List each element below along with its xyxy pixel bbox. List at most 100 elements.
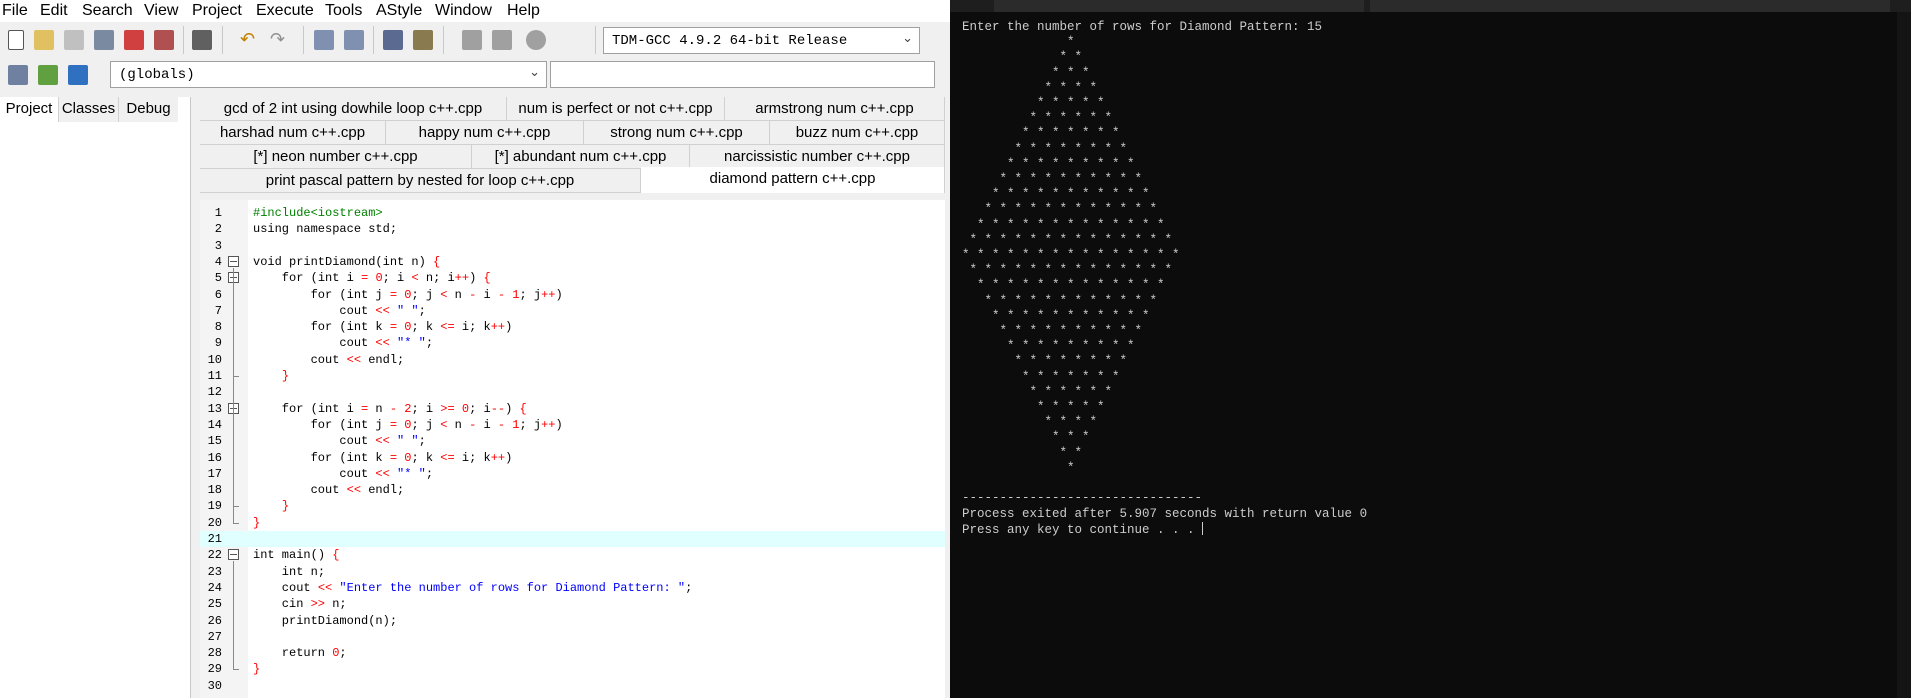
code-text: cout << "* "; [253,466,434,481]
line-number: 3 [214,238,222,253]
toggle-icon[interactable] [526,30,546,50]
file-tab[interactable]: buzz num c++.cpp [770,121,945,145]
diamond-output: * * * * * * * * * * * * * * * * * * * * … [962,35,1180,475]
file-tab[interactable]: armstrong num c++.cpp [725,97,945,121]
close-all-icon[interactable] [154,30,174,50]
fold-guide [233,561,234,670]
file-tab[interactable]: strong num c++.cpp [584,121,770,145]
code-text: printDiamond(n); [253,613,398,628]
class-browser-icon[interactable] [68,65,88,85]
code-line: 17 cout << "* "; [200,466,945,482]
line-number: 6 [214,287,222,302]
code-text: for (int i = 0; i < n; i++) { [253,271,491,286]
back-icon[interactable] [462,30,482,50]
code-text: for (int j = 0; j < n - i - 1; j++) [253,417,563,432]
code-line: 7 cout << " "; [200,303,945,319]
menu-search[interactable]: Search [82,2,133,20]
code-text: void printDiamond(int n) { [253,254,441,269]
compiler-select-value: TDM-GCC 4.9.2 64-bit Release [612,33,848,49]
save-icon[interactable] [64,30,84,50]
code-text: cout << endl; [253,352,405,367]
file-tab-bar: gcd of 2 int using dowhile loop c++.cpp … [200,97,945,197]
line-number: 12 [207,385,222,400]
menu-view[interactable]: View [144,2,178,20]
file-tab[interactable]: print pascal pattern by nested for loop … [200,169,641,193]
code-line: 10 cout << endl; [200,352,945,368]
chevron-down-icon: ⌄ [529,65,540,80]
menu-astyle[interactable]: AStyle [376,2,422,20]
replace-icon[interactable] [344,30,364,50]
menu-window[interactable]: Window [435,2,492,20]
scope-select[interactable]: (globals) ⌄ [110,61,547,88]
tab-classes[interactable]: Classes [58,97,118,122]
code-text: for (int i = n - 2; i >= 0; i--) { [253,401,527,416]
code-line: 20} [200,515,945,531]
code-text: } [253,662,261,677]
code-line: 6 for (int j = 0; j < n - i - 1; j++) [200,287,945,303]
code-text: using namespace std; [253,222,398,237]
compiler-select[interactable]: TDM-GCC 4.9.2 64-bit Release ⌄ [603,27,920,54]
line-number: 10 [207,352,222,367]
line-number: 25 [207,597,222,612]
code-text: for (int k = 0; k <= i; k++) [253,320,513,335]
line-number: 8 [214,320,222,335]
code-text: cout << "* "; [253,336,434,351]
menu-file[interactable]: File [2,2,28,20]
file-tab-active[interactable]: diamond pattern c++.cpp [641,167,945,193]
forward-icon[interactable] [492,30,512,50]
file-tab[interactable]: happy num c++.cpp [386,121,584,145]
new-file-icon[interactable] [8,30,24,50]
member-select[interactable] [550,61,935,88]
file-tab[interactable]: [*] abundant num c++.cpp [472,145,690,169]
menu-tools[interactable]: Tools [325,2,362,20]
code-line: 4 void printDiamond(int n) { [200,254,945,270]
file-tab[interactable]: num is perfect or not c++.cpp [507,97,725,121]
console-scrollbar[interactable] [1897,12,1911,698]
fold-guide [233,414,234,507]
code-text: return 0; [253,646,347,661]
find-icon[interactable] [314,30,334,50]
line-number: 11 [207,369,222,383]
console-separator: -------------------------------- [962,491,1203,506]
line-number: 20 [207,515,222,530]
code-line: 3 [200,238,945,254]
tab-debug[interactable]: Debug [118,97,178,122]
undo-icon[interactable]: ↶ [240,31,260,52]
file-tab[interactable]: gcd of 2 int using dowhile loop c++.cpp [200,97,507,121]
goto-line-icon[interactable] [383,30,403,50]
save-all-icon[interactable] [94,30,114,50]
code-line: 29} [200,661,945,677]
redo-icon[interactable]: ↷ [270,31,290,52]
line-number: 24 [207,580,222,595]
file-tab[interactable]: narcissistic number c++.cpp [690,145,945,169]
code-text: } [281,369,290,383]
code-text: } [253,515,261,530]
print-icon[interactable] [192,30,212,50]
line-number: 19 [207,499,222,514]
line-number: 18 [207,483,222,498]
add-to-project-icon[interactable] [38,65,58,85]
file-tab[interactable]: harshad num c++.cpp [200,121,386,145]
menu-execute[interactable]: Execute [256,2,314,20]
code-editor[interactable]: 1 #include<iostream> 2 using namespace std;… [200,200,945,698]
line-number: 27 [207,629,222,644]
menu-help[interactable]: Help [507,2,540,20]
open-file-icon[interactable] [34,30,54,50]
fold-toggle-icon[interactable] [228,549,239,561]
line-number: 16 [207,450,222,465]
console-title-bar [950,0,1911,12]
line-number: 23 [207,564,222,579]
tab-project[interactable]: Project [0,97,58,122]
file-tab[interactable]: [*] neon number c++.cpp [200,145,472,169]
menu-project[interactable]: Project [192,2,242,20]
menu-bar: File Edit Search View Project Execute To… [0,0,950,22]
bookmark-icon[interactable] [413,30,433,50]
code-line: 18 cout << endl; [200,482,945,498]
menu-edit[interactable]: Edit [40,2,68,20]
project-options-icon[interactable] [8,65,28,85]
code-text: cout << " "; [253,303,426,318]
console-window[interactable]: Enter the number of rows for Diamond Pat… [950,0,1911,698]
fold-toggle-icon[interactable] [228,255,239,267]
close-file-icon[interactable] [124,30,144,50]
code-line: 8 for (int k = 0; k <= i; k++) [200,319,945,335]
